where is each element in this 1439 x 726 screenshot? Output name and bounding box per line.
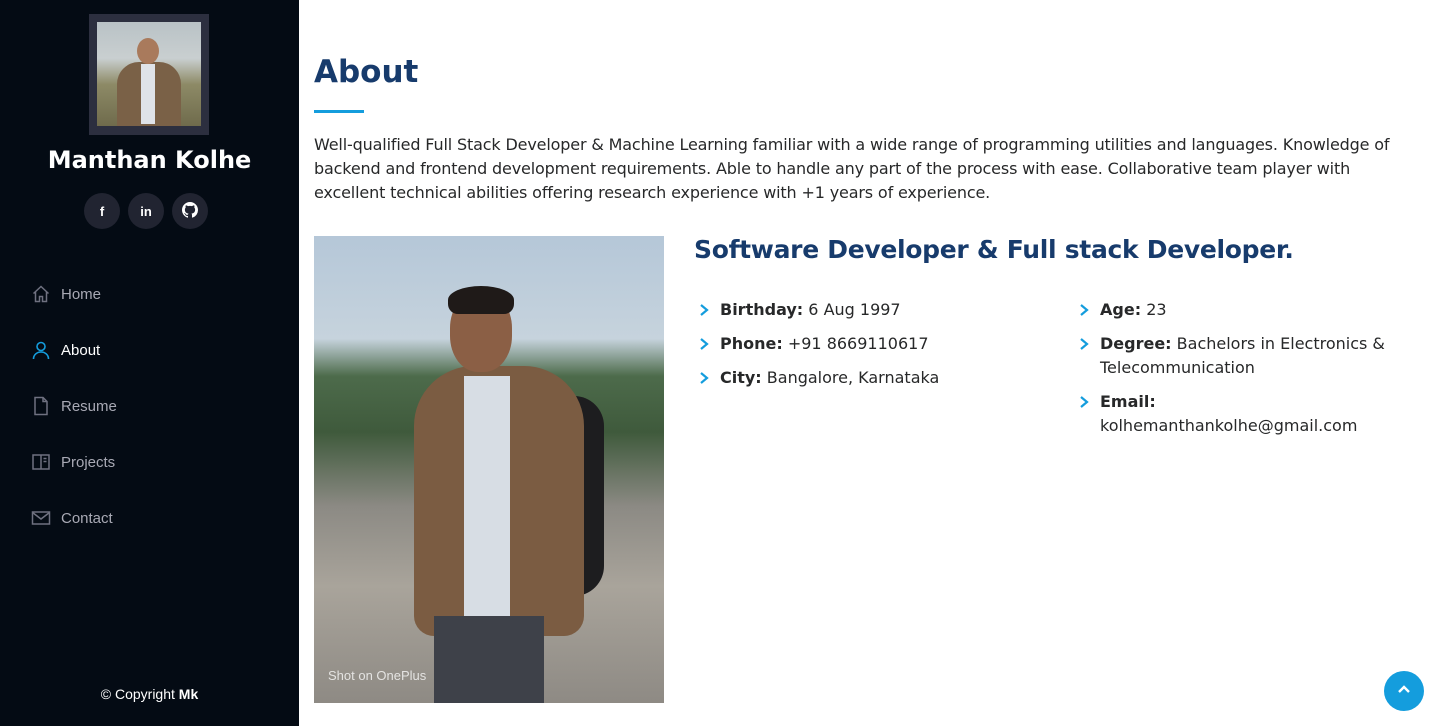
profile-photo: Shot on OnePlus <box>314 236 664 703</box>
chevron-right-icon <box>698 332 712 356</box>
nav-label-home: Home <box>61 285 102 303</box>
chevron-right-icon <box>1078 390 1092 414</box>
github-icon <box>182 201 199 221</box>
photo-watermark: Shot on OnePlus <box>328 668 427 683</box>
chevron-up-icon <box>1396 681 1412 701</box>
chevron-right-icon <box>698 366 712 390</box>
fact-degree: Degree: Bachelors in Electronics & Telec… <box>1074 332 1414 380</box>
fact-phone: Phone: +91 8669110617 <box>694 332 1064 356</box>
role-title: Software Developer & Full stack Develope… <box>694 235 1294 264</box>
nav-label-contact: Contact <box>61 509 113 527</box>
title-underline <box>314 110 364 113</box>
person-icon <box>30 339 52 361</box>
facts-left: Birthday: 6 Aug 1997 Phone: +91 86691106… <box>694 298 1064 400</box>
nav-item-resume[interactable]: Resume <box>30 378 117 434</box>
chevron-right-icon <box>698 298 712 322</box>
nav-item-contact[interactable]: Contact <box>30 490 117 546</box>
linkedin-icon: in <box>140 203 152 219</box>
profile-name: Manthan Kolhe <box>47 146 252 174</box>
avatar-image <box>97 22 201 126</box>
fact-city: City: Bangalore, Karnataka <box>694 366 1064 390</box>
nav-label-projects: Projects <box>61 453 116 471</box>
facebook-link[interactable]: f <box>84 193 120 229</box>
book-icon <box>30 451 52 473</box>
fact-email: Email: kolhemanthankolhe@gmail.com <box>1074 390 1414 438</box>
back-to-top-button[interactable] <box>1384 671 1424 711</box>
nav-item-projects[interactable]: Projects <box>30 434 117 490</box>
envelope-icon <box>30 507 52 529</box>
facebook-icon: f <box>99 203 105 219</box>
fact-age: Age: 23 <box>1074 298 1414 322</box>
side-nav: Home About Resume Projects Contact <box>30 266 117 546</box>
about-intro: Well-qualified Full Stack Developer & Ma… <box>314 135 1390 202</box>
sidebar: Manthan Kolhe f in Home About Resume Pro… <box>0 0 299 726</box>
linkedin-link[interactable]: in <box>128 193 164 229</box>
page-title: About <box>314 54 419 90</box>
nav-item-about[interactable]: About <box>30 322 117 378</box>
chevron-right-icon <box>1078 298 1092 322</box>
nav-label-about: About <box>61 341 101 359</box>
nav-item-home[interactable]: Home <box>30 266 117 322</box>
nav-label-resume: Resume <box>61 397 117 415</box>
file-icon <box>30 395 52 417</box>
copyright: © Copyright Mk <box>100 686 199 702</box>
github-link[interactable] <box>172 193 208 229</box>
chevron-right-icon <box>1078 332 1092 356</box>
fact-birthday: Birthday: 6 Aug 1997 <box>694 298 1064 322</box>
facts-right: Age: 23 Degree: Bachelors in Electronics… <box>1074 298 1414 448</box>
social-links: f in <box>84 193 208 229</box>
home-icon <box>30 283 52 305</box>
avatar <box>89 14 209 135</box>
